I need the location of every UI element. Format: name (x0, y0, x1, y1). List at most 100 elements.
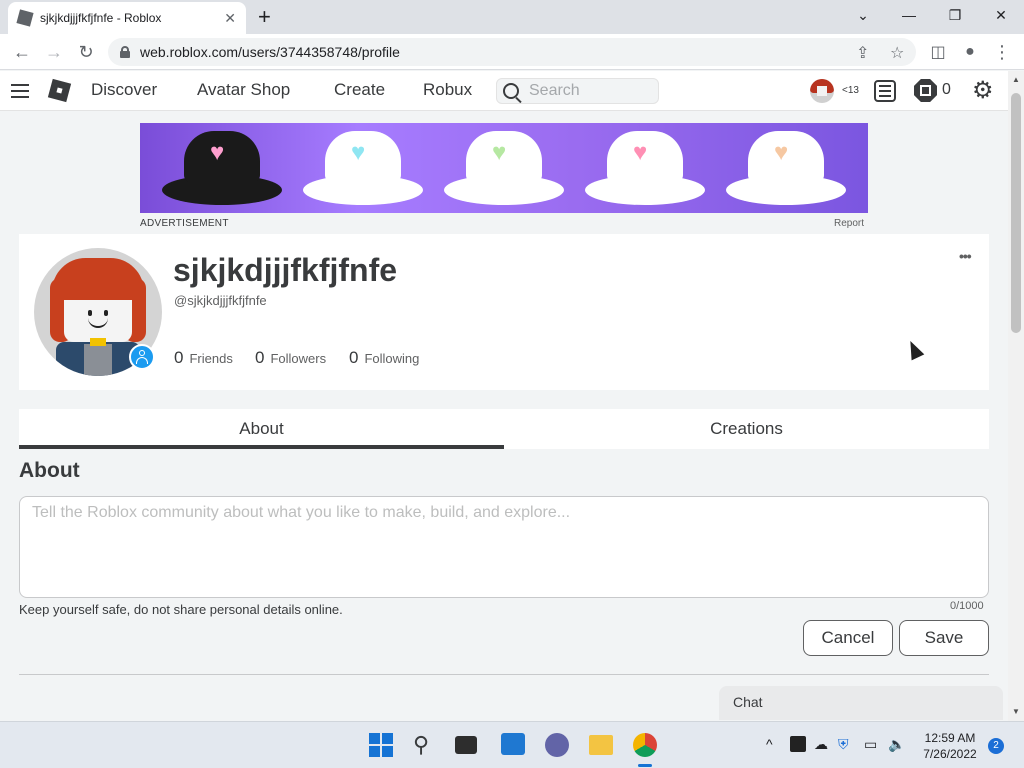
roblox-header: Discover Avatar Shop Create Robux Search… (0, 71, 1008, 111)
heart-icon: ♥ (210, 139, 225, 166)
following-count-link[interactable]: 0 Following (349, 348, 419, 368)
tab-creations[interactable]: Creations (504, 409, 989, 449)
active-tab-indicator (19, 445, 504, 449)
browser-titlebar: sjkjkdjjjfkfjfnfe - Roblox ✕ + ⌄ — ❐ ✕ (0, 0, 1024, 34)
ad-hat-image: ♥ (585, 131, 705, 207)
clock-date: 7/26/2022 (923, 747, 977, 761)
volume-icon[interactable]: 🔈 (888, 736, 905, 753)
followers-count: 0 (255, 348, 265, 367)
followers-count-link[interactable]: 0 Followers (255, 348, 326, 368)
age-tag: <13 (842, 85, 859, 96)
roblox-logo-icon[interactable] (47, 78, 72, 103)
profile-icon[interactable]: ● (958, 40, 982, 64)
heart-icon: ♥ (351, 139, 366, 166)
safety-note: Keep yourself safe, do not share persona… (19, 602, 343, 617)
character-count: 0/1000 (950, 600, 984, 612)
search-placeholder: Search (529, 82, 580, 99)
reload-icon[interactable]: ↻ (74, 40, 98, 64)
url-text[interactable]: web.roblox.com/users/3744358748/profile (140, 44, 400, 60)
close-tab-icon[interactable]: ✕ (224, 10, 236, 27)
username: @sjkjkdjjjfkfjfnfe (174, 293, 267, 308)
browser-tab[interactable]: sjkjkdjjjfkfjfnfe - Roblox ✕ (8, 2, 246, 34)
nav-avatar-shop[interactable]: Avatar Shop (197, 80, 290, 100)
lock-icon[interactable] (120, 46, 130, 58)
friends-count: 0 (174, 348, 184, 367)
scroll-thumb[interactable] (1011, 93, 1021, 333)
forward-arrow-icon[interactable]: → (42, 40, 66, 64)
share-icon[interactable]: ⇪ (856, 43, 869, 63)
ad-label: ADVERTISEMENT (140, 218, 229, 229)
cancel-button[interactable]: Cancel (803, 620, 893, 656)
nav-robux[interactable]: Robux (423, 80, 472, 100)
more-options-icon[interactable]: ••• (959, 248, 972, 264)
system-clock[interactable]: 12:59 AM 7/26/2022 (912, 730, 988, 762)
clock-time: 12:59 AM (924, 731, 976, 745)
search-input[interactable]: Search (496, 78, 659, 104)
chat-label: Chat (733, 694, 763, 710)
bookmark-star-icon[interactable]: ☆ (890, 43, 904, 63)
security-shield-icon[interactable]: ⛨ (838, 736, 849, 753)
ad-hat-image: ♥ (162, 131, 282, 207)
tab-title: sjkjkdjjjfkfjfnfe - Roblox (40, 11, 162, 25)
network-icon[interactable]: ▭ (864, 736, 877, 753)
chat-bar[interactable]: Chat (719, 686, 1003, 720)
ad-hat-image: ♥ (303, 131, 423, 207)
tray-overflow-icon[interactable]: ^ (766, 736, 773, 752)
taskbar-search-icon[interactable]: ⚲ (413, 733, 437, 757)
display-name: sjkjkdjjjfkfjfnfe (173, 252, 398, 288)
search-icon (503, 83, 519, 99)
file-explorer-icon[interactable] (589, 735, 613, 755)
profile-header-card: sjkjkdjjjfkfjfnfe @sjkjkdjjjfkfjfnfe 0 Fr… (19, 234, 989, 390)
active-app-indicator (638, 764, 652, 767)
friends-label: Friends (189, 351, 233, 366)
browser-toolbar: ← → ↻ web.roblox.com/users/3744358748/pr… (0, 34, 1024, 70)
windows-taskbar: ⚲ ^ ☁ ⛨ ▭ 🔈 12:59 AM 7/26/2022 2 (0, 721, 1024, 768)
save-button[interactable]: Save (899, 620, 989, 656)
scroll-down-arrow-icon[interactable]: ▼ (1012, 707, 1020, 716)
ad-hat-image: ♥ (726, 131, 846, 207)
robux-balance[interactable]: 0 (942, 81, 951, 99)
following-count: 0 (349, 348, 359, 367)
notification-count-badge[interactable]: 2 (988, 738, 1004, 754)
close-window-button[interactable]: ✕ (978, 0, 1024, 30)
about-textarea[interactable] (19, 496, 989, 598)
gear-icon[interactable]: ⚙ (972, 79, 996, 103)
header-avatar[interactable] (810, 79, 834, 103)
nav-create[interactable]: Create (334, 80, 385, 100)
teams-chat-icon[interactable] (545, 733, 569, 757)
nav-discover[interactable]: Discover (91, 80, 157, 100)
minimize-button[interactable]: — (886, 0, 932, 30)
roblox-favicon-icon (16, 9, 34, 27)
cloud-icon[interactable]: ☁ (814, 736, 828, 753)
hamburger-menu-icon[interactable] (11, 84, 29, 98)
notifications-icon[interactable] (874, 80, 896, 102)
task-view-icon[interactable] (455, 736, 477, 754)
address-bar[interactable]: web.roblox.com/users/3744358748/profile … (108, 38, 916, 66)
restore-button[interactable]: ❐ (932, 0, 978, 30)
friends-count-link[interactable]: 0 Friends (174, 348, 233, 368)
scroll-up-arrow-icon[interactable]: ▲ (1012, 75, 1020, 84)
chrome-icon[interactable] (633, 733, 657, 757)
heart-icon: ♥ (774, 139, 789, 166)
online-status-icon (129, 344, 155, 370)
widgets-icon[interactable] (501, 733, 525, 755)
browser-menu-icon[interactable]: ⋮ (990, 40, 1014, 64)
about-heading: About (19, 459, 80, 482)
ad-banner[interactable]: ♥ ♥ ♥ ♥ ♥ (140, 123, 868, 213)
section-divider (19, 674, 989, 675)
followers-label: Followers (270, 351, 327, 366)
heart-icon: ♥ (492, 139, 507, 166)
ad-report-link[interactable]: Report (834, 218, 864, 229)
new-tab-button[interactable]: + (258, 4, 271, 30)
back-arrow-icon[interactable]: ← (10, 40, 34, 64)
page-scrollbar[interactable]: ▲ ▼ (1008, 71, 1024, 721)
windows-start-icon[interactable] (369, 733, 393, 757)
tab-search-icon[interactable]: ⌄ (840, 0, 886, 30)
ad-hat-image: ♥ (444, 131, 564, 207)
heart-icon: ♥ (633, 139, 648, 166)
tab-about[interactable]: About (19, 409, 504, 449)
robux-icon[interactable] (914, 79, 937, 102)
following-label: Following (364, 351, 420, 366)
netflix-tray-icon[interactable] (790, 736, 806, 752)
side-panel-icon[interactable]: ◫ (926, 40, 950, 64)
